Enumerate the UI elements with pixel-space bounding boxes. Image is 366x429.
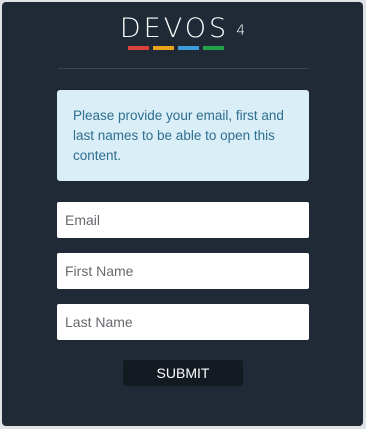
logo-text: DEVOS <box>119 13 230 44</box>
first-name-field[interactable] <box>57 253 309 289</box>
notice-message: Please provide your email, first and las… <box>73 108 284 163</box>
signup-panel: DEVOS 4 Please provide your email, first … <box>2 2 363 426</box>
submit-button[interactable]: SUBMIT <box>123 360 243 386</box>
logo-bar-red <box>127 46 149 50</box>
logo-color-bars <box>0 46 363 50</box>
logo-bar-yellow <box>152 46 174 50</box>
logo-bar-green <box>202 46 224 50</box>
last-name-field[interactable] <box>57 304 309 340</box>
divider <box>58 68 309 69</box>
devos-logo: DEVOS 4 <box>2 14 363 54</box>
email-field[interactable] <box>57 202 309 238</box>
logo-version: 4 <box>236 23 246 39</box>
info-notice: Please provide your email, first and las… <box>57 90 309 181</box>
logo-wordmark: DEVOS 4 <box>120 14 245 44</box>
logo-bar-blue <box>177 46 199 50</box>
